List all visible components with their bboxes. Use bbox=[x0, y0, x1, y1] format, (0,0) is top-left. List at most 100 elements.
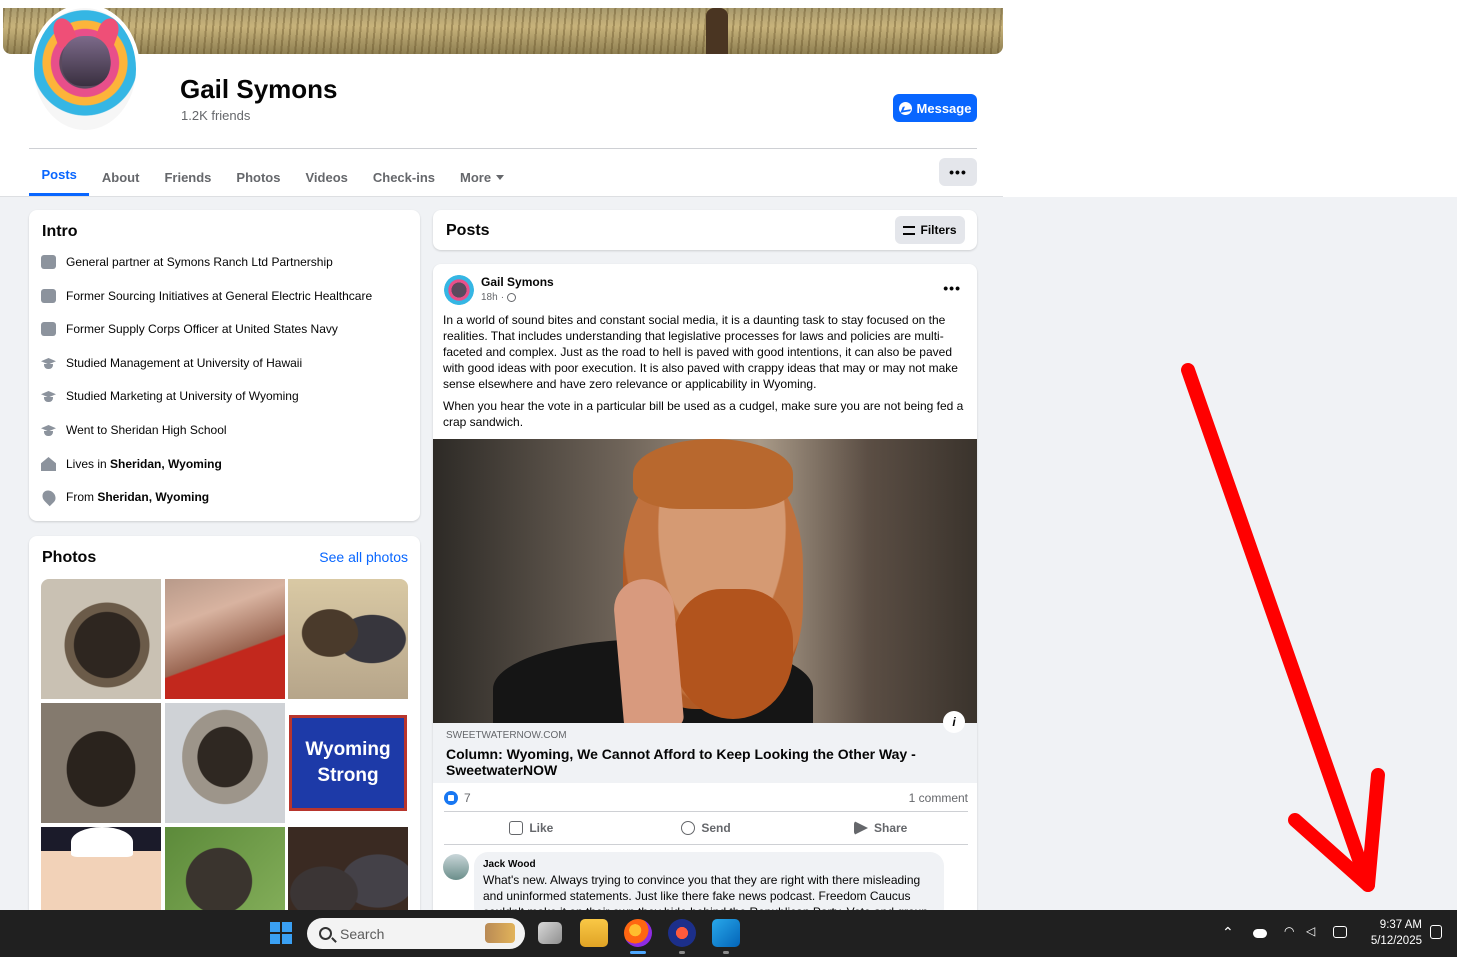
see-all-photos-link[interactable]: See all photos bbox=[319, 549, 408, 565]
volume-icon[interactable]: ◁ bbox=[1306, 924, 1315, 938]
photo-thumbnail[interactable] bbox=[164, 703, 285, 823]
photo-thumbnail[interactable] bbox=[41, 579, 161, 699]
firefox-icon[interactable] bbox=[624, 919, 652, 947]
posts-header-card: Posts Filters bbox=[433, 210, 977, 250]
sliders-icon bbox=[903, 225, 916, 235]
blank-area bbox=[1003, 8, 1457, 197]
graduation-cap-icon bbox=[41, 423, 56, 437]
arrow-shaft bbox=[1181, 363, 1375, 892]
battery-icon[interactable] bbox=[1333, 926, 1347, 938]
link-preview[interactable]: SWEETWATERNOW.COM Column: Wyoming, We Ca… bbox=[433, 723, 977, 783]
caret-down-icon bbox=[496, 174, 505, 180]
comment-text: What's new. Always trying to convince yo… bbox=[483, 873, 928, 914]
post-author-name[interactable]: Gail Symons bbox=[481, 275, 554, 289]
intro-location-link[interactable]: Sheridan, Wyoming bbox=[110, 457, 222, 471]
chevron-up-icon[interactable]: ⌃ bbox=[1222, 924, 1234, 941]
photo-thumbnail[interactable] bbox=[41, 703, 161, 823]
location-pin-icon bbox=[39, 487, 59, 507]
intro-location-link[interactable]: Sheridan, Wyoming bbox=[97, 490, 209, 504]
intro-item-education: Went to Sheridan High School bbox=[41, 423, 227, 437]
link-domain: SWEETWATERNOW.COM bbox=[446, 730, 567, 741]
photo-thumbnail[interactable] bbox=[288, 579, 408, 699]
search-placeholder: Search bbox=[340, 925, 385, 942]
post-card: Gail Symons 18h · ••• In a world of sound… bbox=[433, 264, 977, 914]
divider bbox=[444, 811, 968, 812]
friends-count[interactable]: 1.2K friends bbox=[181, 108, 250, 123]
profile-tabs: Posts About Friends Photos Videos Check-… bbox=[29, 158, 517, 196]
filters-button[interactable]: Filters bbox=[895, 216, 965, 244]
share-button[interactable]: Share bbox=[793, 813, 968, 843]
file-explorer-icon[interactable] bbox=[580, 919, 608, 947]
annotation-arrow bbox=[1181, 363, 1385, 892]
header-divider bbox=[29, 148, 977, 149]
wifi-icon[interactable]: ◠ bbox=[1284, 924, 1294, 938]
intro-item-work: General partner at Symons Ranch Ltd Part… bbox=[41, 255, 333, 269]
cover-photo[interactable] bbox=[3, 8, 1003, 54]
comment-count[interactable]: 1 comment bbox=[909, 791, 968, 805]
tab-label: Photos bbox=[236, 169, 281, 185]
intro-item-education: Studied Marketing at University of Wyomi… bbox=[41, 389, 299, 403]
profile-more-button[interactable]: ••• bbox=[939, 158, 977, 186]
like-reaction-icon bbox=[444, 791, 458, 805]
tab-friends[interactable]: Friends bbox=[152, 158, 224, 196]
photo-thumbnail[interactable] bbox=[41, 827, 161, 910]
taskbar-search[interactable]: Search bbox=[307, 918, 525, 949]
thumbs-up-icon bbox=[509, 821, 524, 835]
link-title: Column: Wyoming, We Cannot Afford to Kee… bbox=[446, 746, 916, 778]
message-label: Message bbox=[916, 100, 972, 116]
post-link-image[interactable] bbox=[433, 439, 977, 723]
tab-check-ins[interactable]: Check-ins bbox=[360, 158, 447, 196]
photo-thumbnail[interactable] bbox=[288, 827, 408, 910]
windows-start-icon[interactable] bbox=[270, 922, 292, 944]
reaction-summary[interactable]: 7 bbox=[444, 791, 471, 805]
intro-text: Lives in Sheridan, Wyoming bbox=[66, 457, 222, 471]
filters-label: Filters bbox=[920, 223, 957, 237]
notification-icon[interactable] bbox=[1430, 925, 1442, 939]
commenter-name[interactable]: Jack Wood bbox=[483, 859, 935, 870]
app-icon[interactable] bbox=[668, 919, 696, 947]
post-author-avatar[interactable] bbox=[444, 275, 474, 305]
briefcase-icon bbox=[41, 289, 56, 303]
active-app-indicator bbox=[630, 951, 646, 954]
globe-icon bbox=[507, 293, 517, 302]
system-clock[interactable]: 9:37 AM 5/12/2025 bbox=[1362, 917, 1422, 949]
task-view-icon[interactable] bbox=[538, 922, 562, 944]
sign-line: Strong bbox=[317, 765, 379, 786]
like-button[interactable]: Like bbox=[444, 813, 619, 843]
app-indicator bbox=[723, 951, 729, 954]
cover-texture bbox=[3, 8, 1003, 54]
tab-videos[interactable]: Videos bbox=[293, 158, 360, 196]
intro-text: From Sheridan, Wyoming bbox=[66, 490, 209, 504]
tab-label: Check-ins bbox=[372, 169, 436, 185]
commenter-avatar[interactable] bbox=[443, 854, 469, 880]
post-timestamp[interactable]: 18h · bbox=[481, 292, 517, 303]
intro-item-work: Former Supply Corps Officer at United St… bbox=[41, 322, 338, 336]
intro-prefix: Lives in bbox=[66, 457, 111, 471]
profile-avatar[interactable] bbox=[30, 4, 140, 134]
photo-thumbnail[interactable] bbox=[164, 579, 285, 699]
intro-item-lives: Lives in Sheridan, Wyoming bbox=[41, 457, 222, 471]
tab-more[interactable]: More bbox=[448, 158, 517, 196]
clock-date: 5/12/2025 bbox=[1370, 935, 1422, 947]
outlook-icon[interactable] bbox=[712, 919, 740, 947]
tab-posts[interactable]: Posts bbox=[29, 158, 90, 196]
info-icon[interactable]: i bbox=[943, 711, 965, 733]
photos-title: Photos bbox=[42, 549, 97, 566]
intro-text: Former Supply Corps Officer at United St… bbox=[66, 322, 338, 336]
post-paragraph: In a world of sound bites and constant s… bbox=[443, 313, 958, 391]
tab-photos[interactable]: Photos bbox=[224, 158, 293, 196]
message-button[interactable]: Message bbox=[893, 94, 977, 122]
comment-bubble: Jack Wood What's new. Always trying to c… bbox=[474, 852, 944, 914]
send-button[interactable]: Send bbox=[619, 813, 794, 843]
post-options-button[interactable]: ••• bbox=[943, 280, 961, 296]
photo-grid: Wyoming Strong bbox=[41, 579, 408, 910]
briefcase-icon bbox=[41, 255, 56, 269]
photo-thumbnail[interactable]: Wyoming Strong bbox=[288, 703, 408, 823]
search-highlight-icon bbox=[485, 923, 515, 943]
image-hair bbox=[633, 439, 793, 509]
onedrive-cloud-icon[interactable] bbox=[1253, 929, 1267, 938]
post-actions: Like Send Share bbox=[444, 813, 968, 843]
photo-thumbnail[interactable] bbox=[164, 827, 285, 910]
intro-item-from: From Sheridan, Wyoming bbox=[39, 487, 209, 507]
tab-about[interactable]: About bbox=[89, 158, 152, 196]
